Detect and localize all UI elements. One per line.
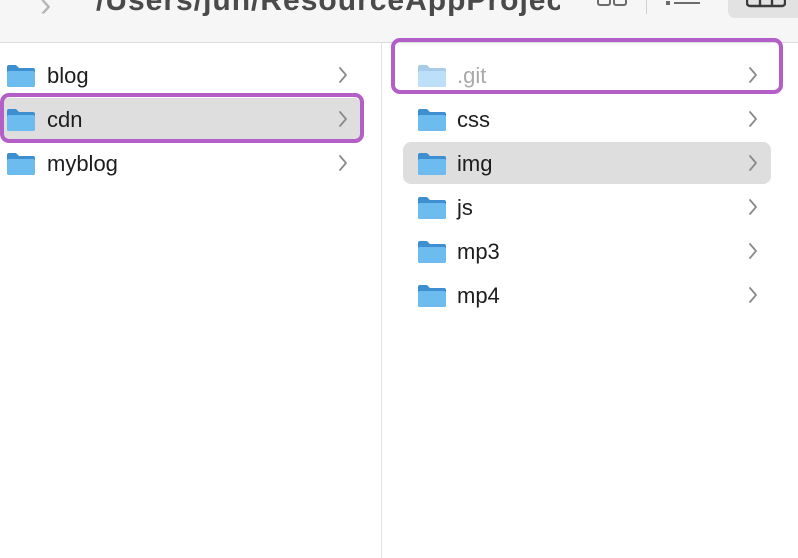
- list-item-label: .git: [457, 63, 487, 88]
- toolbar-divider: [646, 0, 647, 14]
- finder-column-2[interactable]: .git css img js mp3 mp4: [382, 43, 798, 558]
- list-item-label: js: [457, 195, 473, 220]
- toolbar: › /Users/jun/ResourceAppProjects/...: [0, 0, 798, 43]
- grid-view-icon[interactable]: [596, 0, 630, 13]
- folder-icon: [416, 107, 448, 138]
- list-item-img[interactable]: img: [403, 142, 771, 184]
- folder-icon: [416, 283, 448, 314]
- folder-icon: [5, 107, 37, 138]
- list-item-label: mp4: [457, 283, 500, 308]
- list-item-label: mp3: [457, 239, 500, 264]
- chevron-right-icon: [747, 198, 759, 221]
- chevron-right-icon: [747, 154, 759, 177]
- list-item-js[interactable]: js: [403, 186, 771, 228]
- chevron-right-icon: [337, 110, 349, 133]
- folder-icon: [5, 63, 37, 94]
- list-item-mp3[interactable]: mp3: [403, 230, 771, 272]
- folder-icon: [416, 239, 448, 270]
- list-item-label: img: [457, 151, 493, 176]
- list-item-label: css: [457, 107, 490, 132]
- folder-icon: [416, 151, 448, 182]
- back-arrow-icon[interactable]: ›: [40, 0, 51, 25]
- list-item-label: blog: [47, 63, 89, 88]
- path-title: /Users/jun/ResourceAppProjects/...: [96, 0, 560, 17]
- list-item-css[interactable]: css: [403, 98, 771, 140]
- chevron-right-icon: [747, 242, 759, 265]
- column-view-button[interactable]: [728, 0, 798, 18]
- list-item-mp4[interactable]: mp4: [403, 274, 771, 316]
- folder-icon: [416, 195, 448, 226]
- list-item-label: cdn: [47, 107, 83, 132]
- list-item-cdn[interactable]: cdn: [0, 98, 362, 140]
- chevron-right-icon: [337, 154, 349, 177]
- chevron-right-icon: [747, 286, 759, 309]
- folder-icon: [416, 63, 448, 94]
- list-item-git[interactable]: .git: [403, 54, 771, 96]
- toolbar-path-area: › /Users/jun/ResourceAppProjects/...: [0, 0, 560, 42]
- chevron-right-icon: [747, 66, 759, 89]
- chevron-right-icon: [337, 66, 349, 89]
- finder-column-1[interactable]: blog cdn myblog: [0, 43, 381, 558]
- chevron-right-icon: [747, 110, 759, 133]
- list-item-label: myblog: [47, 151, 118, 176]
- list-item-blog[interactable]: blog: [0, 54, 362, 96]
- list-item-myblog[interactable]: myblog: [0, 142, 362, 184]
- column-view-icon: [746, 0, 786, 8]
- list-view-icon[interactable]: [664, 0, 704, 12]
- folder-icon: [5, 151, 37, 182]
